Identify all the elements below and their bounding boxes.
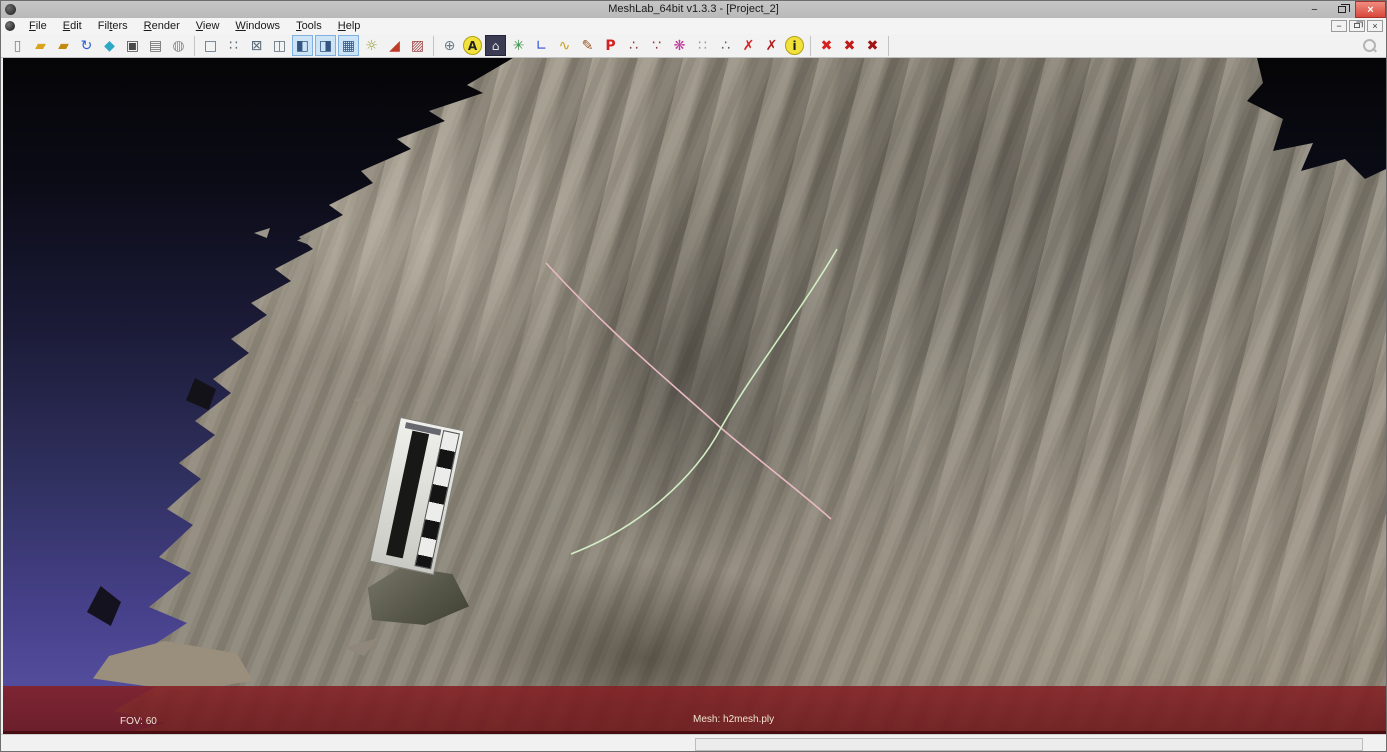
light-toggle-icon[interactable]: ☼ [361,35,382,56]
fancy-lighting-icon[interactable]: ◢ [384,35,405,56]
viewport-canvas[interactable]: FOV: 60 FPS: 17.0 Mesh: h2mesh.ply Verti… [3,58,1386,734]
z-painting-icon[interactable]: ✎ [577,35,598,56]
align-tool-icon[interactable]: ∴ [623,35,644,56]
show-layers-icon[interactable]: ▤ [145,35,166,56]
show-axis-icon[interactable]: ∟ [531,35,552,56]
align-error-b-icon[interactable]: ✗ [761,35,782,56]
delete-vertices-icon[interactable]: ✖ [862,35,883,56]
render-wireframe-icon[interactable]: ⊠ [246,35,267,56]
menu-item-filters[interactable]: Filters [90,18,136,34]
reload-mesh-icon[interactable]: ↻ [76,35,97,56]
measure-tool-icon[interactable]: ∿ [554,35,575,56]
open-project-icon[interactable]: ▰ [30,35,51,56]
toolbar-separator [810,36,811,56]
menu-item-edit[interactable]: Edit [55,18,90,34]
toolbar: ▯▰▰↻◆▣▤◍□∷⊠◫◧◨▦☼◢▨⊕A⌂✳∟∿✎P∴∵❋∷∴✗✗i✖✖✖ [1,34,1386,58]
search-icon[interactable] [1362,39,1376,53]
close-button[interactable]: × [1355,1,1386,18]
minimize-button[interactable]: − [1301,1,1328,18]
hud-band: FOV: 60 FPS: 17.0 Mesh: h2mesh.ply Verti… [3,686,1386,734]
menu-item-render[interactable]: Render [136,18,188,34]
shadow-mapping-icon[interactable]: ✳ [508,35,529,56]
measurement-line-pink [546,263,831,519]
graph-align-icon[interactable]: ∵ [646,35,667,56]
child-close-button[interactable]: × [1367,20,1383,32]
menu-item-help[interactable]: Help [330,18,369,34]
toolbar-separator [194,36,195,56]
toolbar-separator [433,36,434,56]
child-window-icon[interactable] [5,21,15,31]
doubleside-lighting-icon[interactable]: ▨ [407,35,428,56]
restore-button[interactable] [1328,1,1355,18]
child-minimize-button[interactable]: − [1331,20,1347,32]
menu-item-file[interactable]: File [21,18,55,34]
hud-mesh-name: Mesh: h2mesh.ply [693,714,774,726]
render-texture-icon[interactable]: ▦ [338,35,359,56]
render-hidden-lines-icon[interactable]: ◫ [269,35,290,56]
ssao-icon[interactable]: ⌂ [485,35,506,56]
menu-item-windows[interactable]: Windows [227,18,288,34]
point-cloud-icon[interactable]: ∷ [692,35,713,56]
quality-mapper-icon[interactable]: ❋ [669,35,690,56]
online-help-icon[interactable]: ◍ [168,35,189,56]
meshlab-window: MeshLab_64bit v1.3.3 - [Project_2] − × F… [0,0,1387,752]
menu-item-tools[interactable]: Tools [288,18,330,34]
delete-faces-icon[interactable]: ✖ [839,35,860,56]
window-title: MeshLab_64bit v1.3.3 - [Project_2] [1,1,1386,18]
menubar: FileEditFiltersRenderViewWindowsToolsHel… [1,18,1386,34]
progress-track [695,738,1363,751]
render-smooth-icon[interactable]: ◨ [315,35,336,56]
render-bbox-icon[interactable]: □ [200,35,221,56]
delete-current-mesh-icon[interactable]: ✖ [816,35,837,56]
layer-info-icon[interactable]: i [785,36,804,55]
child-restore-icon [1354,23,1360,28]
ambient-occlusion-icon[interactable]: A [463,36,482,55]
select-components-icon[interactable]: ∴ [715,35,736,56]
measurement-overlay [3,58,1386,734]
menu-item-view[interactable]: View [188,18,228,34]
new-project-icon[interactable]: ▯ [7,35,28,56]
hud-fov: FOV: 60 [120,716,170,728]
pick-points-icon[interactable]: P [600,35,621,56]
save-project-icon[interactable]: ◆ [99,35,120,56]
render-points-icon[interactable]: ∷ [223,35,244,56]
child-restore-button[interactable] [1349,20,1365,32]
render-flat-icon[interactable]: ◧ [292,35,313,56]
restore-icon [1338,6,1346,13]
align-error-a-icon[interactable]: ✗ [738,35,759,56]
import-mesh-icon[interactable]: ▰ [53,35,74,56]
trackball-icon[interactable]: ⊕ [439,35,460,56]
statusbar [1,734,1386,752]
toolbar-separator [888,36,889,56]
snapshot-icon[interactable]: ▣ [122,35,143,56]
measurement-line-green [571,249,837,554]
window-titlebar: MeshLab_64bit v1.3.3 - [Project_2] − × [1,1,1386,18]
